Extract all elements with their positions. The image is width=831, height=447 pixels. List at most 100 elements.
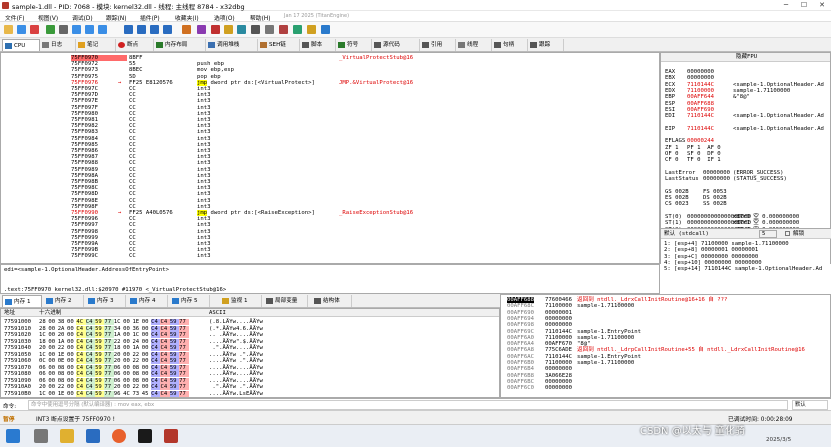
tab-dump-2[interactable]: 内存 2 <box>44 295 84 307</box>
animate-into-icon[interactable] <box>124 25 133 34</box>
dump-row[interactable]: 775910A0 20 00 22 00 C4 C4 59 77 20 00 22 00 C4 C4 59 77… <box>1 384 499 390</box>
register-row[interactable] <box>665 208 830 214</box>
register-value[interactable]: PF 1 AF 0 <box>687 145 721 151</box>
stack-row[interactable]: 00AFF694 00000000 <box>501 316 830 322</box>
patch-icon[interactable] <box>182 25 191 34</box>
register-value[interactable]: 71100000 <box>687 88 714 94</box>
stack-row[interactable]: 00AFF6BC 00000000 <box>501 379 830 385</box>
memory-dump-view[interactable]: 地址 十六进制 ASCII 77591000 28 00 38 00 4C C4 59 77 1C… <box>0 308 500 398</box>
stack-row[interactable]: 00AFF690 00000001 <box>501 310 830 316</box>
goto-icon[interactable] <box>251 25 260 34</box>
register-value[interactable]: 00000244 <box>687 138 714 144</box>
menu-options[interactable]: 选项(O) <box>214 13 235 22</box>
tab-symbols[interactable]: 符号 <box>336 39 372 51</box>
dump-row[interactable]: 77591010 28 00 2A 00 C4 C4 59 77 34 00 36 00 C4 C4 59 77… <box>1 325 499 332</box>
dump-row[interactable]: 77591050 1C 00 1E 00 C4 C4 59 77 20 00 22 00 C4 C4 59 77… <box>1 351 499 358</box>
register-value[interactable]: TF 0 IF 1 <box>687 157 721 163</box>
settings-icon[interactable] <box>321 25 330 34</box>
tab-memory-map[interactable]: 内存布局 <box>154 39 206 51</box>
register-value[interactable]: 7110144C <box>687 126 714 132</box>
dump-row[interactable]: 775910B0 1C 00 1E 00 C4 C4 59 77 96 4C 73 45 C4 C4 59 77… <box>1 390 499 397</box>
tab-notes[interactable]: 笔记 <box>76 39 116 51</box>
firefox-icon[interactable] <box>112 429 126 443</box>
stack-row[interactable]: 00AFF6C0 00000000 <box>501 385 830 391</box>
register-row[interactable]: ES 002B DS 002B <box>665 195 830 201</box>
dump-row[interactable]: 77591040 20 00 22 00 C4 C4 59 77 18 00 1A 00 C4 C4 59 77… <box>1 345 499 351</box>
hide-fpu-button[interactable]: 隐藏FPU <box>661 53 830 62</box>
tab-log[interactable]: 日志 <box>40 39 76 51</box>
menu-favourites[interactable]: 收藏夹(I) <box>175 13 199 22</box>
edge-icon[interactable] <box>86 429 100 443</box>
register-row[interactable] <box>665 164 830 170</box>
register-row[interactable]: EDI 7110144C <sample-1.OptionalHeader.Ad <box>665 113 830 119</box>
register-value[interactable]: 7110144C <box>687 82 714 88</box>
stack-row[interactable]: 00AFF6AC 7110144C sample-1.EntryPoint <box>501 354 830 360</box>
trace-into-icon[interactable] <box>98 25 107 34</box>
register-row[interactable] <box>665 119 830 125</box>
start-icon[interactable] <box>6 429 20 443</box>
register-value[interactable]: 00AFF690 <box>687 107 714 113</box>
arg-count-input[interactable]: 5 <box>759 230 777 238</box>
register-row[interactable]: EAX 00000000 <box>665 69 830 75</box>
animate-over-icon[interactable] <box>137 25 146 34</box>
tab-script[interactable]: 脚本 <box>300 39 336 51</box>
menu-view[interactable]: 视图(V) <box>38 13 58 22</box>
register-row[interactable]: LastStatus 00000000 (STATUS_SUCCESS) <box>665 176 830 182</box>
dump-row[interactable]: 77591080 06 00 08 00 C4 C4 59 77 06 00 08 00 C4 C4 59 77… <box>1 371 499 377</box>
register-row[interactable]: OF 0 SF 0 DF 0 <box>665 151 830 157</box>
pause-icon[interactable] <box>59 25 68 34</box>
find-icon[interactable] <box>265 25 274 34</box>
function-icon[interactable] <box>237 25 246 34</box>
dump-row[interactable]: 77591000 28 00 38 00 4C C4 59 77 1C 00 1E 00 C4 C4 59 77… <box>1 319 499 325</box>
open-icon[interactable] <box>4 25 13 34</box>
register-row[interactable]: EIP 7110144C <sample-1.OptionalHeader.Ad <box>665 126 830 132</box>
register-row[interactable]: ESP 00AFF688 <box>665 101 830 107</box>
register-row[interactable]: ESI 00AFF690 <box>665 107 830 113</box>
register-value[interactable]: 00000000 <box>687 75 714 81</box>
execute-till-return-icon[interactable] <box>150 25 159 34</box>
register-row[interactable]: ECX 7110144C <sample-1.OptionalHeader.Ad <box>665 82 830 88</box>
callconv-select[interactable]: 默认 (stdcall) <box>664 231 709 237</box>
tab-references[interactable]: 引用 <box>420 39 456 51</box>
stack-row[interactable]: 00AFF688 77600466 返回到 ntdll._LdrxCallInitR… <box>501 297 830 304</box>
command-mode-select[interactable]: 默认 <box>792 400 828 410</box>
register-row[interactable]: EBP 00AFF644 &"8@" <box>665 94 830 100</box>
register-value[interactable]: 00AFF644 <box>687 94 714 100</box>
explorer-icon[interactable] <box>60 429 74 443</box>
dump-row[interactable]: 77591070 06 00 08 00 C4 C4 59 77 06 00 08 00 C4 C4 59 77… <box>1 364 499 371</box>
command-input[interactable]: 命令中使用逗号分隔 (默认编译器) : mov eax, ebx <box>28 400 788 410</box>
menu-debug[interactable]: 调试(D) <box>72 13 93 22</box>
menu-plugins[interactable]: 插件(P) <box>140 13 160 22</box>
script-icon[interactable] <box>279 25 288 34</box>
disassembly-view[interactable]: 75FF0970 8BFF _VirtualProtectStub@16 75FF09… <box>0 52 660 264</box>
tab-handles[interactable]: 句柄 <box>492 39 528 51</box>
menu-help[interactable]: 帮助(H) <box>250 13 270 22</box>
bookmark-icon[interactable] <box>224 25 233 34</box>
stack-row[interactable]: 00AFF68C 71100000 sample-1.71100000 <box>501 303 830 309</box>
register-value[interactable]: SF 0 DF 0 <box>687 151 721 157</box>
register-row[interactable]: ST(1) 0000000000000000000 x87r1 空 0.000000… <box>665 220 830 226</box>
tab-threads[interactable]: 线程 <box>456 39 492 51</box>
stack-row[interactable]: 00AFF6B8 3A066E28 <box>501 373 830 379</box>
register-row[interactable]: CF 0 TF 0 IF 1 <box>665 157 830 163</box>
stack-row[interactable]: 00AFF6A8 775C6ADE 返回到 ntdll._LdrpCallInitR… <box>501 347 830 353</box>
register-value[interactable]: 7110144C <box>687 113 714 119</box>
tab-dump-1[interactable]: 内存 1 <box>2 295 42 307</box>
tab-source[interactable]: 源代码 <box>372 39 420 51</box>
x32dbg-icon[interactable] <box>164 429 178 443</box>
tab-watch-1[interactable]: 监视 1 <box>220 295 262 307</box>
register-value[interactable]: 00000000 <box>687 69 714 75</box>
register-value[interactable]: SS 002B <box>703 201 727 207</box>
tab-breakpoints[interactable]: 断点 <box>116 39 154 51</box>
comment-icon[interactable] <box>197 25 206 34</box>
menu-trace[interactable]: 跟踪(N) <box>106 13 126 22</box>
run-icon[interactable] <box>46 25 55 34</box>
register-row[interactable] <box>665 182 830 188</box>
maximize-button[interactable]: ☐ <box>795 0 813 11</box>
register-value[interactable]: 00000000 <box>703 176 730 182</box>
tab-locals[interactable]: 局部变量 <box>264 295 308 307</box>
step-over-icon[interactable] <box>85 25 94 34</box>
tab-call-stack[interactable]: 调用堆栈 <box>206 39 258 51</box>
dump-row[interactable]: 77591030 18 00 1A 00 C4 C4 59 77 22 00 24 00 C4 C4 59 77… <box>1 338 499 345</box>
register-value[interactable]: DS 002B <box>703 195 727 201</box>
